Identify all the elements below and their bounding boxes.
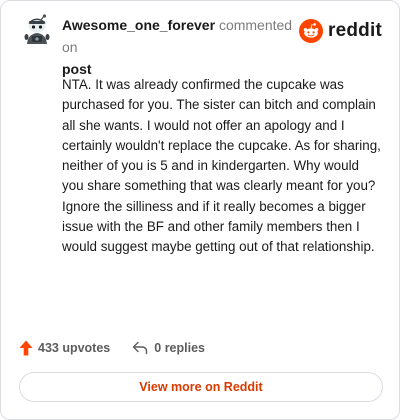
snoo-avatar-icon bbox=[24, 14, 50, 44]
user-avatar[interactable] bbox=[21, 14, 53, 46]
view-more-button[interactable]: View more on Reddit bbox=[19, 372, 383, 402]
replies[interactable]: 0 replies bbox=[132, 341, 205, 355]
upvote-count: 433 upvotes bbox=[38, 341, 111, 355]
reply-count: 0 replies bbox=[154, 341, 205, 355]
upvotes[interactable]: 433 upvotes bbox=[19, 340, 110, 356]
upvote-arrow-icon bbox=[19, 340, 33, 356]
comment-header: Awesome_one_forever commented on post bbox=[62, 14, 298, 80]
comment-body: NTA. It was already confirmed the cupcak… bbox=[62, 77, 381, 255]
reddit-comment-card: Awesome_one_forever commented on post re… bbox=[0, 0, 400, 420]
reddit-brand[interactable]: reddit bbox=[299, 19, 382, 43]
reply-arrow-icon bbox=[133, 341, 148, 355]
username-link[interactable]: Awesome_one_forever bbox=[62, 17, 215, 33]
reddit-logo-icon bbox=[299, 19, 324, 43]
reddit-wordmark: reddit bbox=[328, 20, 382, 41]
comment-footer: 433 upvotes 0 replies bbox=[19, 337, 205, 359]
